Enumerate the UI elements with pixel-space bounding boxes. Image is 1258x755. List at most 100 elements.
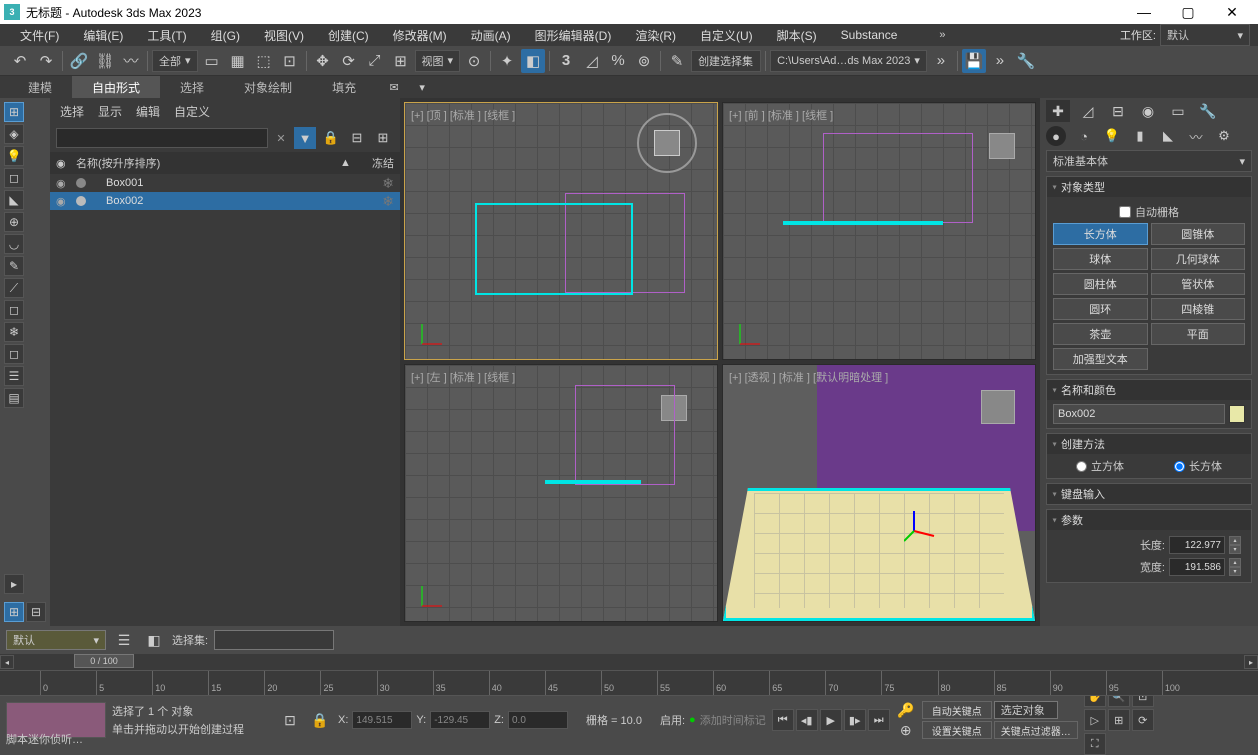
fov-icon[interactable]: ▷ (1084, 709, 1106, 731)
object-name-input[interactable] (1053, 404, 1225, 424)
ribbon-tab-select[interactable]: 选择 (160, 76, 224, 99)
lock-icon[interactable]: 🔒 (320, 127, 342, 149)
spinner-snap-icon[interactable]: ⊚ (632, 49, 656, 73)
close-button[interactable]: ✕ (1210, 0, 1254, 24)
project-path[interactable]: C:\Users\Ad…ds Max 2023 ▾ (770, 50, 927, 72)
coord-x-input[interactable] (352, 711, 412, 729)
key-mode-icon[interactable]: 🔑 (896, 701, 916, 719)
select-icon[interactable]: ▭ (200, 49, 224, 73)
radio-cube[interactable] (1076, 461, 1087, 472)
coord-y-input[interactable] (430, 711, 490, 729)
object-color-swatch[interactable] (1229, 405, 1245, 423)
camera-icon[interactable]: ◻ (4, 168, 24, 188)
time-thumb[interactable]: 0 / 100 (74, 654, 134, 668)
viewport-left[interactable]: [+] [左 ] [标准 ] [线框 ] (404, 364, 718, 622)
bone-icon[interactable]: ⟋ (4, 278, 24, 298)
scene-item-box002[interactable]: ◉ Box002 ❄ (50, 192, 400, 210)
toolbar-overflow-icon[interactable]: » (929, 49, 953, 73)
prim-pyramid[interactable]: 四棱锥 (1151, 298, 1246, 320)
link-icon[interactable]: 🔗 (67, 49, 91, 73)
paint-icon[interactable]: ✎ (4, 256, 24, 276)
viewcube-icon[interactable] (989, 133, 1015, 159)
menu-group[interactable]: 组(G) (199, 24, 252, 47)
scene-tab-custom[interactable]: 自定义 (174, 103, 210, 120)
zoom-all-icon[interactable]: ⊞ (1108, 709, 1130, 731)
bind-icon[interactable]: 〰 (119, 49, 143, 73)
cameras-icon[interactable]: ▮ (1130, 126, 1150, 146)
prim-torus[interactable]: 圆环 (1053, 298, 1148, 320)
create-tab-icon[interactable]: ✚ (1046, 100, 1070, 122)
menu-file[interactable]: 文件(F) (8, 24, 71, 47)
scene-tab-edit[interactable]: 编辑 (136, 103, 160, 120)
visibility-icon[interactable]: ◉ (56, 177, 70, 190)
time-next-icon[interactable]: ▸ (1244, 655, 1258, 669)
prim-cylinder[interactable]: 圆柱体 (1053, 273, 1148, 295)
percent-snap-icon[interactable]: % (606, 49, 630, 73)
layer-icon[interactable]: ◈ (4, 124, 24, 144)
unlink-icon[interactable]: ⛓ (93, 49, 117, 73)
prim-cone[interactable]: 圆锥体 (1151, 223, 1246, 245)
prim-teapot[interactable]: 茶壶 (1053, 323, 1148, 345)
settings-icon[interactable]: 🔧 (1014, 49, 1038, 73)
freeze-column[interactable]: 冻结 (354, 155, 394, 171)
menu-customize[interactable]: 自定义(U) (688, 24, 765, 47)
timeline[interactable]: 0510152025303540455055606570758085909510… (0, 670, 1258, 696)
utilities-tab-icon[interactable]: 🔧 (1196, 100, 1220, 122)
scene-item-box001[interactable]: ◉ Box001 ❄ (50, 174, 400, 192)
goto-end-icon[interactable]: ⏭ (868, 709, 890, 731)
pivot-icon[interactable]: ⊙ (462, 49, 486, 73)
placement-icon[interactable]: ⊞ (389, 49, 413, 73)
hierarchy-tab-icon[interactable]: ⊟ (1106, 100, 1130, 122)
prev-frame-icon[interactable]: ◂▮ (796, 709, 818, 731)
blank1-icon[interactable]: ◻ (4, 300, 24, 320)
window-crossing-icon[interactable]: ⊡ (278, 49, 302, 73)
manipulate-icon[interactable]: ✦ (495, 49, 519, 73)
rollout-parameters[interactable]: 参数 (1047, 510, 1251, 530)
snow-icon[interactable]: ❄ (4, 322, 24, 342)
isolate-sel-icon[interactable]: ⊡ (278, 708, 302, 732)
rollout-name-color[interactable]: 名称和颜色 (1047, 380, 1251, 400)
menu-modifier[interactable]: 修改器(M) (381, 24, 459, 47)
prim-geosphere[interactable]: 几何球体 (1151, 248, 1246, 270)
shapes-icon[interactable]: ◔ (1074, 126, 1094, 146)
motion-tab-icon[interactable]: ◉ (1136, 100, 1160, 122)
selset-dropdown[interactable]: 创建选择集 (691, 50, 761, 72)
autokey-button[interactable]: 自动关键点 (922, 701, 992, 719)
prim-textplus[interactable]: 加强型文本 (1053, 348, 1148, 370)
ribbon-tab-freeform[interactable]: 自由形式 (72, 76, 160, 99)
autogrid-checkbox[interactable] (1119, 206, 1131, 218)
lock-sel-icon[interactable]: 🔒 (308, 708, 332, 732)
isolate-icon[interactable]: ◧ (142, 628, 166, 652)
viewport-front[interactable]: [+] [前 ] [标准 ] [线框 ] (722, 102, 1036, 360)
goto-start-icon[interactable]: ⏮ (772, 709, 794, 731)
ribbon-tab-objpaint[interactable]: 对象绘制 (224, 76, 312, 99)
visibility-icon[interactable]: ◉ (56, 195, 70, 208)
menu-tools[interactable]: 工具(T) (135, 24, 198, 47)
rollout-object-type[interactable]: 对象类型 (1047, 177, 1251, 197)
menu-view[interactable]: 视图(V) (252, 24, 316, 47)
expand-all-icon[interactable]: ⊞ (372, 127, 394, 149)
setkey-button[interactable]: 设置关键点 (922, 721, 992, 739)
menu-substance[interactable]: Substance (829, 25, 910, 45)
systems-icon[interactable]: ⚙ (1214, 126, 1234, 146)
ribbon-dropdown-icon[interactable]: ▾ (412, 78, 432, 96)
minimize-button[interactable]: — (1122, 0, 1166, 24)
spinner-down-icon[interactable]: ▾ (1229, 567, 1241, 576)
add-time-tag[interactable]: 添加时间标记 (700, 712, 766, 728)
spinner-down-icon[interactable]: ▾ (1229, 545, 1241, 554)
helper-icon[interactable]: ⊕ (4, 212, 24, 232)
selobj-dropdown[interactable]: 选定对象 (994, 701, 1058, 719)
prim-plane[interactable]: 平面 (1151, 323, 1246, 345)
time-slider[interactable]: 0 / 100 (34, 654, 1224, 670)
freeze-icon[interactable]: ❄ (382, 193, 394, 210)
menu-edit[interactable]: 编辑(E) (71, 24, 135, 47)
lights-icon[interactable]: 💡 (1102, 126, 1122, 146)
time-config-icon[interactable]: ⊕ (896, 721, 916, 739)
sort-icon[interactable]: ▲ (340, 157, 354, 169)
selection-filter[interactable]: 全部 ▾ (152, 50, 198, 72)
spacewarps-icon[interactable]: 〰 (1186, 126, 1206, 146)
viewcube-icon[interactable] (637, 113, 697, 173)
default-dropdown[interactable]: 默认▾ (6, 630, 106, 650)
expand-icon[interactable]: ▸ (4, 574, 24, 594)
visibility-column-icon[interactable]: ◉ (56, 157, 76, 170)
